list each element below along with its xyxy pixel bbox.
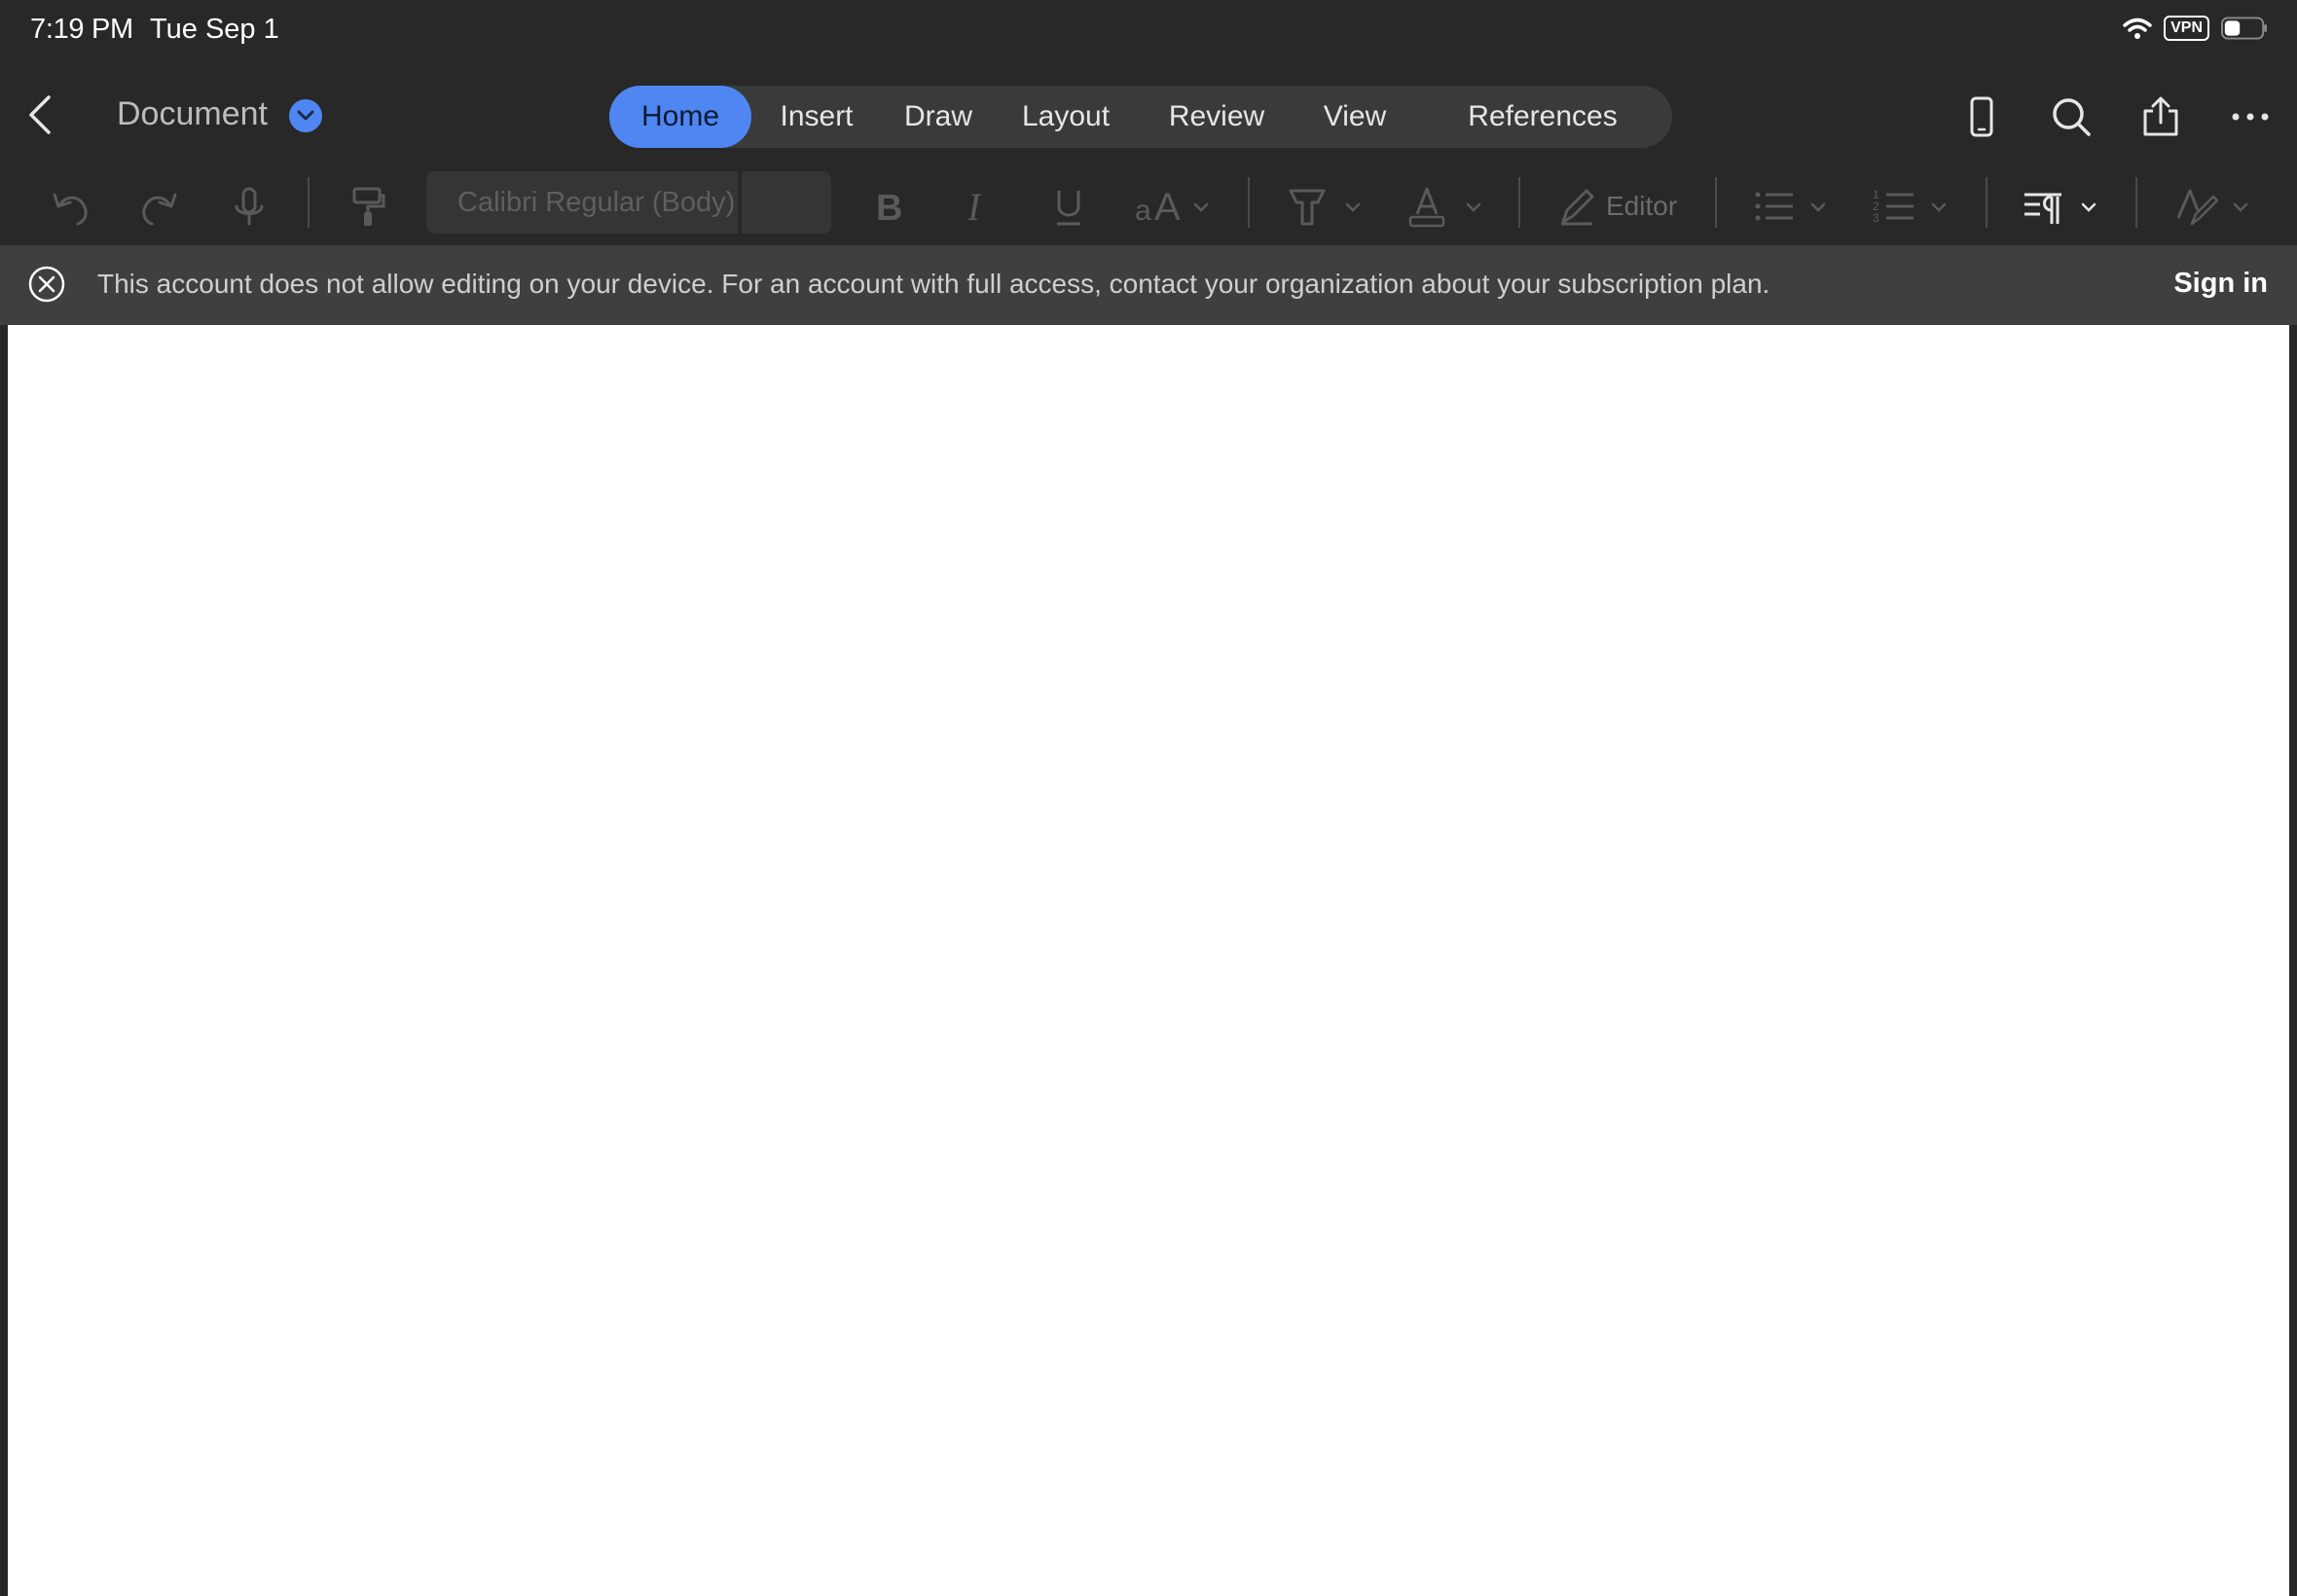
styles-icon bbox=[2176, 189, 2248, 226]
styles-button[interactable] bbox=[2174, 183, 2252, 230]
banner-message: This account does not allow editing on y… bbox=[97, 269, 1770, 299]
svg-text:a: a bbox=[1135, 195, 1151, 227]
ribbon-separator bbox=[1715, 177, 1717, 228]
tab-references[interactable]: References bbox=[1437, 86, 1649, 148]
sign-in-button[interactable]: Sign in bbox=[2173, 268, 2268, 300]
battery-icon bbox=[2221, 17, 2268, 40]
status-time: 7:19 PM bbox=[30, 14, 133, 45]
ribbon-separator bbox=[1248, 177, 1250, 228]
notification-banner: This account does not allow editing on y… bbox=[0, 245, 2297, 325]
ribbon-separator bbox=[1518, 177, 1520, 228]
dictate-button[interactable] bbox=[228, 183, 271, 230]
redo-button[interactable] bbox=[138, 183, 181, 230]
redo-icon bbox=[142, 193, 177, 226]
vpn-badge: VPN bbox=[2164, 16, 2209, 41]
format-painter-icon bbox=[352, 187, 385, 226]
search-button[interactable] bbox=[2050, 95, 2093, 138]
bullet-list-icon bbox=[1755, 192, 1826, 221]
svg-text:I: I bbox=[966, 185, 982, 228]
ribbon-separator bbox=[308, 177, 310, 228]
tab-home[interactable]: Home bbox=[609, 86, 751, 148]
tab-review[interactable]: Review bbox=[1158, 86, 1275, 148]
document-title[interactable]: Document bbox=[117, 95, 268, 133]
bullets-button[interactable] bbox=[1752, 183, 1830, 230]
paragraph-button[interactable] bbox=[2023, 183, 2100, 230]
more-icon bbox=[2232, 113, 2269, 121]
chevron-left-icon bbox=[29, 95, 51, 134]
svg-text:A: A bbox=[1154, 186, 1181, 228]
svg-text:B: B bbox=[876, 188, 902, 228]
status-date: Tue Sep 1 bbox=[150, 14, 279, 45]
font-color-button[interactable] bbox=[1407, 183, 1485, 230]
bold-icon: B bbox=[876, 188, 902, 228]
numbered-list-icon: 1 2 3 bbox=[1873, 188, 1947, 225]
microphone-icon bbox=[235, 187, 264, 226]
document-menu-button[interactable] bbox=[289, 99, 322, 132]
highlight-button[interactable] bbox=[1287, 183, 1365, 230]
italic-button[interactable]: I bbox=[960, 183, 999, 230]
status-icons: VPN bbox=[2123, 16, 2268, 41]
underline-icon bbox=[1057, 191, 1080, 226]
ribbon-separator bbox=[2135, 177, 2137, 228]
title-bar: Document Home Insert Draw Layout Review … bbox=[0, 62, 2297, 171]
bold-button[interactable]: B bbox=[870, 183, 909, 230]
share-icon bbox=[2143, 96, 2178, 136]
highlighter-icon bbox=[1289, 189, 1361, 226]
editor-button[interactable]: Editor bbox=[1557, 183, 1677, 230]
font-color-icon bbox=[1408, 187, 1481, 228]
search-icon bbox=[2053, 98, 2091, 136]
chevron-down-icon bbox=[297, 110, 314, 121]
ribbon-tabs: Home Insert Draw Layout Review View Refe… bbox=[609, 86, 1672, 148]
svg-text:3: 3 bbox=[1873, 211, 1879, 225]
font-name-field[interactable]: Calibri Regular (Body) bbox=[426, 171, 738, 234]
tab-insert[interactable]: Insert bbox=[763, 86, 870, 148]
italic-icon: I bbox=[966, 185, 982, 228]
tab-draw[interactable]: Draw bbox=[890, 86, 987, 148]
close-circle-icon bbox=[28, 266, 65, 303]
undo-icon bbox=[53, 193, 88, 226]
back-button[interactable] bbox=[23, 91, 58, 138]
undo-button[interactable] bbox=[49, 183, 91, 230]
tab-view[interactable]: View bbox=[1306, 86, 1404, 148]
format-painter-button[interactable] bbox=[346, 183, 389, 230]
more-button[interactable] bbox=[2229, 95, 2272, 138]
editor-icon bbox=[1561, 189, 1594, 226]
wifi-icon bbox=[2123, 18, 2152, 39]
font-size-field[interactable] bbox=[742, 171, 831, 234]
text-size-icon: a A bbox=[1135, 186, 1209, 228]
editor-label: Editor bbox=[1606, 191, 1678, 221]
status-bar: 7:19 PM Tue Sep 1 VPN bbox=[0, 0, 2297, 62]
underline-button[interactable] bbox=[1049, 183, 1088, 230]
paragraph-icon bbox=[2024, 193, 2096, 224]
text-size-button[interactable]: a A bbox=[1135, 183, 1213, 230]
document-canvas[interactable] bbox=[8, 325, 2289, 1596]
share-button[interactable] bbox=[2139, 95, 2182, 138]
tab-layout[interactable]: Layout bbox=[1008, 86, 1123, 148]
banner-dismiss-button[interactable] bbox=[27, 265, 66, 304]
phone-view-button[interactable] bbox=[1960, 95, 2003, 138]
numbering-button[interactable]: 1 2 3 bbox=[1873, 183, 1951, 230]
ribbon-separator bbox=[1986, 177, 1987, 228]
phone-view-icon bbox=[1970, 96, 1993, 137]
